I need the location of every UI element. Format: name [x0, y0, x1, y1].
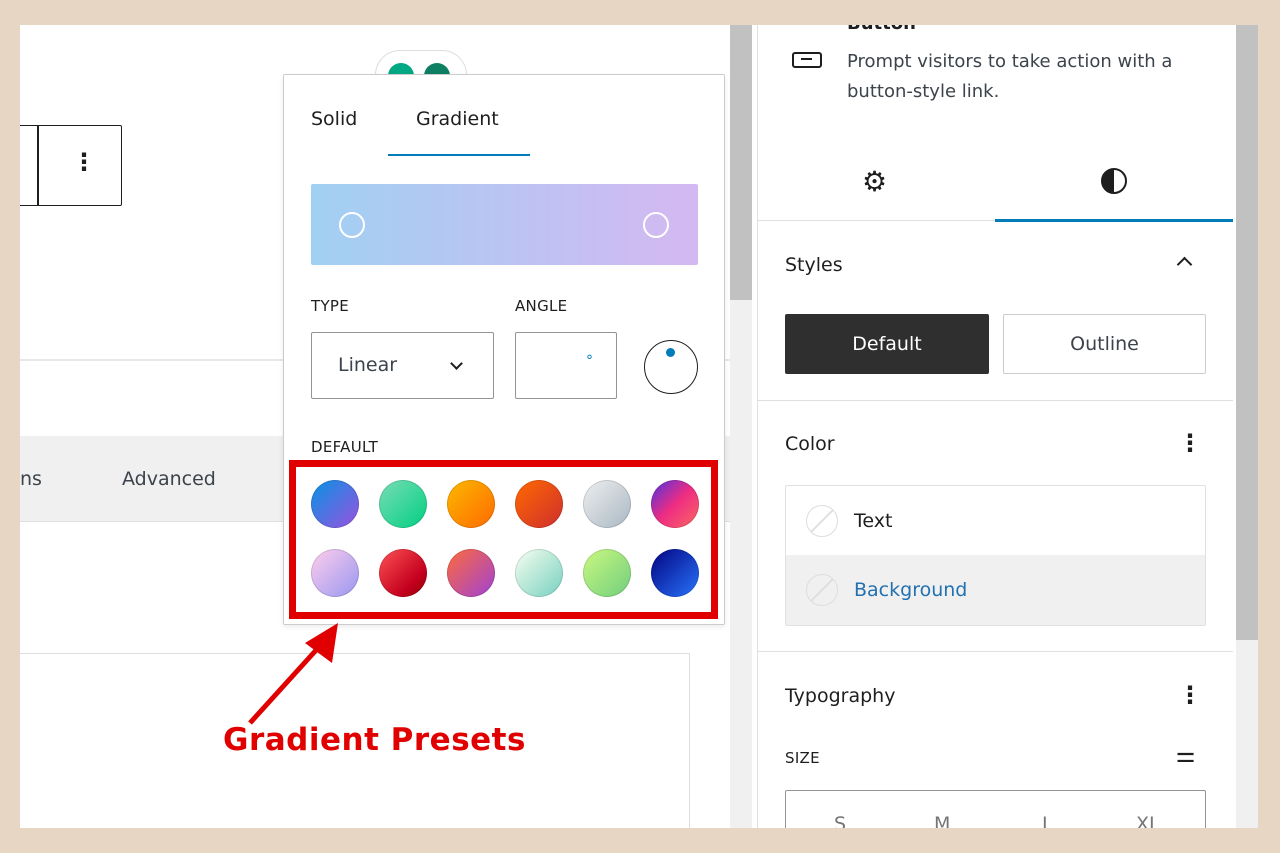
annotation-highlight-box — [289, 460, 718, 619]
color-item-label: Background — [854, 579, 968, 601]
type-label: TYPE — [311, 297, 350, 315]
size-option-xl[interactable]: XL — [1136, 813, 1160, 828]
styles-title: Styles — [785, 254, 843, 276]
annotation-label: Gradient Presets — [223, 722, 526, 758]
color-options-button[interactable]: ⋮ — [1178, 431, 1202, 455]
style-default-button[interactable]: Default — [785, 314, 989, 374]
color-title: Color — [785, 433, 835, 455]
toolbar-divider — [37, 125, 39, 206]
custom-size-icon[interactable]: ⚌ — [1172, 744, 1199, 768]
size-option-m[interactable]: M — [934, 813, 950, 828]
size-option-l[interactable]: L — [1042, 813, 1053, 828]
active-tab-indicator — [995, 219, 1233, 222]
empty-swatch-icon — [806, 574, 838, 606]
size-option-s[interactable]: S — [834, 813, 846, 828]
contrast-icon[interactable] — [1101, 168, 1127, 194]
chevron-up-icon[interactable] — [1176, 256, 1193, 273]
more-options-button[interactable]: ⋮ — [72, 150, 96, 174]
size-label: SIZE — [785, 749, 820, 767]
editor-canvas: ⋮ ns Advanced Solid Gradient TYPE ANGLE … — [20, 25, 1258, 828]
size-toggle-group: S M L XL — [785, 790, 1206, 828]
tab-advanced[interactable]: Advanced — [122, 468, 216, 490]
chevron-down-icon — [450, 357, 463, 370]
tab-solid[interactable]: Solid — [311, 108, 357, 130]
angle-dial[interactable] — [644, 340, 698, 394]
tab-partial[interactable]: ns — [20, 468, 42, 490]
gradient-stop-handle[interactable] — [339, 212, 365, 238]
angle-input[interactable]: ° — [515, 332, 617, 399]
type-select[interactable]: Linear — [311, 332, 494, 399]
type-value: Linear — [338, 354, 398, 376]
color-item-label: Text — [854, 510, 893, 532]
settings-sidebar: Button Prompt visitors to take action wi… — [757, 25, 1233, 828]
typography-title: Typography — [785, 685, 896, 707]
annotation-arrow — [248, 623, 338, 725]
typography-options-button[interactable]: ⋮ — [1178, 683, 1202, 707]
gradient-bar[interactable] — [311, 184, 698, 265]
gear-icon[interactable]: ⚙ — [862, 165, 887, 198]
gradient-stop-handle[interactable] — [643, 212, 669, 238]
style-outline-button[interactable]: Outline — [1003, 314, 1206, 374]
button-block-icon — [792, 52, 822, 68]
canvas-scrollbar[interactable] — [730, 25, 752, 828]
color-item-background[interactable]: Background — [786, 555, 1205, 625]
active-tab-indicator — [388, 154, 530, 156]
angle-unit: ° — [586, 353, 593, 369]
empty-swatch-icon — [806, 505, 838, 537]
block-toolbar — [20, 125, 122, 206]
color-item-text[interactable]: Text — [786, 486, 1205, 555]
default-label: DEFAULT — [311, 438, 379, 456]
color-list: Text Background — [785, 485, 1206, 626]
block-title: Button — [847, 25, 916, 34]
angle-label: ANGLE — [515, 297, 568, 315]
block-description: Prompt visitors to take action with a bu… — [847, 51, 1173, 102]
tab-gradient[interactable]: Gradient — [416, 108, 499, 130]
sidebar-scrollbar[interactable] — [1236, 25, 1258, 828]
